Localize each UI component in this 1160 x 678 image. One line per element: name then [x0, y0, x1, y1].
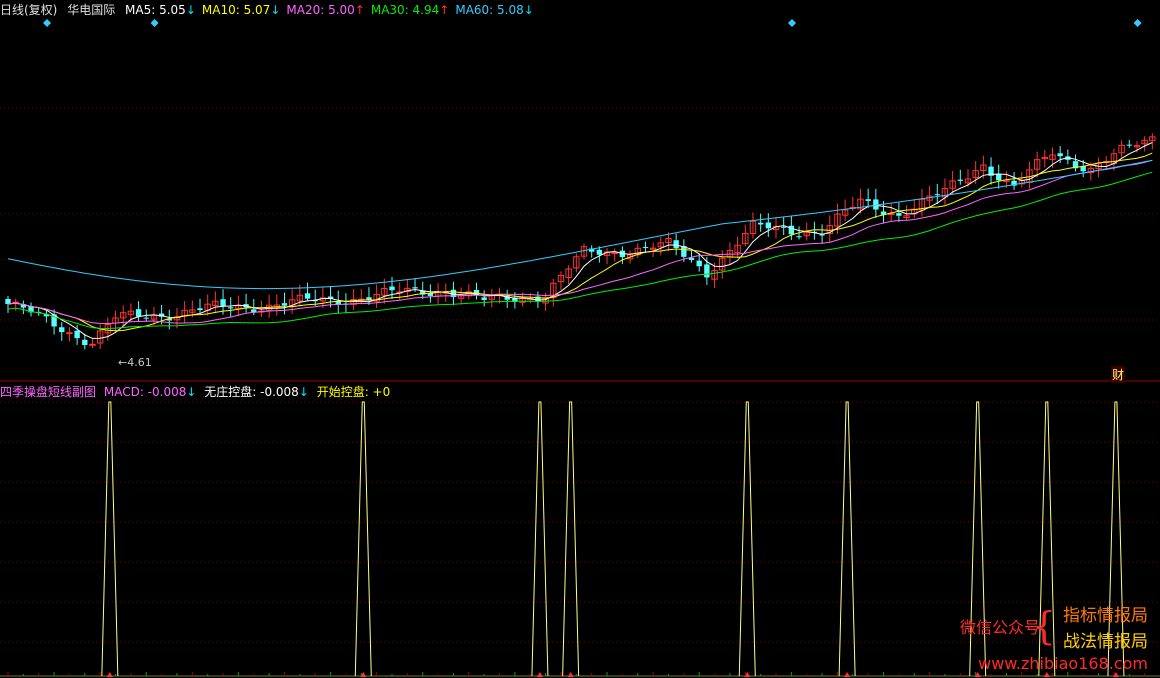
candle-body-down: [688, 257, 695, 260]
candle-body-down: [865, 199, 871, 201]
macd-value: MACD: -0.008↓: [103, 385, 197, 399]
watermark-wechat: 微信公众号: [959, 618, 1040, 637]
main-header: 日线(复权) 华电国际 MA5: 5.05↓ MA10: 5.07↓ MA20: 5…: [0, 2, 546, 18]
candle-body-down: [220, 299, 226, 306]
candle-body-down: [1057, 153, 1063, 157]
watermark-brace: {: [1031, 604, 1056, 648]
spike-base-marker: [844, 672, 851, 677]
spike-base-marker: [567, 672, 574, 677]
candle-body-up: [66, 332, 73, 335]
candle-body-down: [143, 317, 149, 319]
ma-legend-arrow: ↓: [185, 3, 196, 17]
candle-body-down: [704, 264, 710, 278]
ma-legend: MA5: 5.05↓ MA10: 5.07↓ MA20: 5.00↑ MA30: 4.…: [125, 3, 540, 17]
ma-legend-item: MA10: 5.07↓: [202, 3, 280, 17]
candle-body-down: [481, 297, 487, 301]
candle-body-down: [896, 213, 902, 216]
wz-value: 无庄控盘: -0.008↓: [204, 385, 309, 399]
ma20-line: [7, 159, 1153, 325]
ma-legend-item: MA60: 5.08↓: [455, 3, 533, 17]
candle-body-down: [74, 330, 80, 339]
ma10-line: [7, 152, 1153, 332]
watermark-line2: 战法情报局: [1063, 632, 1148, 652]
candle-body-down: [796, 236, 802, 238]
finance-marker[interactable]: 财: [1111, 366, 1126, 383]
candle-body-down: [412, 287, 418, 289]
watermark-url: www.zhibiao168.com: [978, 654, 1148, 673]
ma5-line: [7, 142, 1153, 339]
candle-body-down: [757, 222, 764, 225]
ma-legend-text: MA10: 5.07: [201, 3, 271, 17]
candle-body-up: [89, 343, 96, 346]
candle-body-down: [957, 179, 964, 181]
candle-body-down: [59, 327, 65, 333]
ma60-line: [7, 159, 1153, 290]
ma-legend-arrow: ↓: [270, 3, 281, 17]
watermark-line1: 指标情报局: [1063, 606, 1148, 626]
control-spike: [738, 401, 756, 677]
period-label[interactable]: 日线(复权): [0, 3, 57, 17]
candle-body-down: [389, 286, 395, 291]
ma-legend-item: MA5: 5.05↓: [125, 3, 196, 17]
ma-legend-item: MA30: 4.94↑: [371, 3, 449, 17]
ma-legend-arrow: ↑: [439, 3, 450, 17]
signal-diamond: [788, 19, 796, 27]
ma-legend-text: MA5: 5.05: [125, 3, 186, 17]
control-spike: [101, 401, 119, 677]
indicator-name[interactable]: 四季操盘短线副图: [0, 385, 96, 399]
spike-base-marker: [106, 672, 113, 677]
candle-body-down: [673, 240, 679, 249]
sub-header: 四季操盘短线副图 MACD: -0.008↓ 无庄控盘: -0.008↓ 开始控…: [0, 384, 394, 400]
control-spike: [531, 401, 549, 677]
candle-body-down: [197, 308, 203, 311]
control-spike: [354, 401, 372, 677]
candle-body-down: [696, 260, 702, 267]
candle-body-down: [765, 222, 772, 229]
ks-value: 开始控盘: +0: [316, 385, 391, 399]
candle-body-down: [1126, 144, 1132, 146]
spike-base-marker: [536, 672, 543, 677]
signal-diamond: [43, 19, 52, 27]
candle-body-down: [281, 303, 288, 306]
candle-body-up: [611, 252, 618, 255]
ma-legend-arrow: ↑: [354, 3, 365, 17]
candle-body-down: [934, 194, 940, 196]
signal-diamond: [1133, 19, 1142, 27]
candle-body-down: [304, 293, 311, 299]
stock-chart: [0, 19, 1160, 677]
control-spike: [562, 401, 580, 677]
ma-legend-text: MA60: 5.08: [455, 3, 524, 17]
control-spike: [838, 401, 856, 677]
ma-legend-text: MA20: 5.00: [286, 3, 355, 17]
ma30-line: [7, 171, 1153, 330]
candle-body-down: [780, 226, 787, 228]
stock-name[interactable]: 华电国际: [67, 3, 115, 17]
candle-body-down: [996, 173, 1002, 181]
candle-body-down: [135, 309, 142, 317]
low-price-label: ←4.61: [118, 356, 152, 369]
ma-legend-text: MA30: 4.94: [370, 3, 440, 17]
kline-panel: [5, 19, 1156, 350]
ma-legend-arrow: ↓: [523, 3, 534, 17]
candle-body-down: [788, 225, 795, 235]
candle-body-down: [82, 339, 88, 345]
ma-legend-item: MA20: 5.00↑: [286, 3, 364, 17]
candle-body-down: [228, 307, 234, 309]
signal-diamond: [150, 19, 159, 27]
candle-body-down: [596, 249, 603, 255]
candle-body-down: [642, 246, 649, 248]
